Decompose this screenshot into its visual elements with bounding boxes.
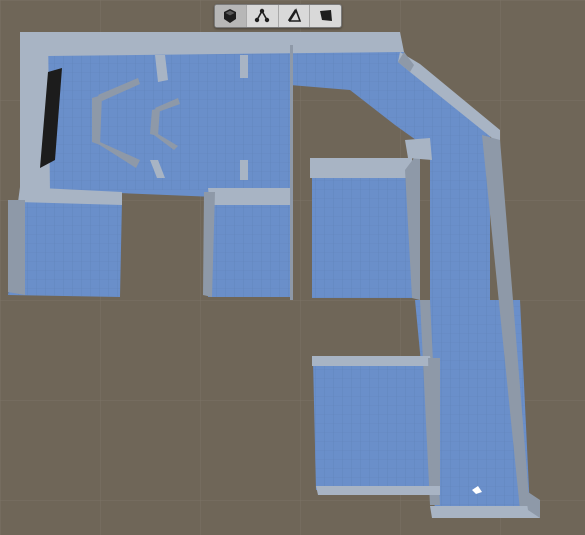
vertex-icon	[254, 8, 270, 23]
vertex-mode-button[interactable]	[247, 5, 279, 27]
edge-mode-button[interactable]	[279, 5, 311, 27]
mesh-mode-toolbar	[214, 4, 342, 28]
edge-icon	[287, 8, 302, 22]
cube-icon	[224, 9, 237, 23]
face-mode-button[interactable]	[310, 5, 341, 27]
face-icon	[319, 10, 332, 21]
scene-viewport[interactable]	[0, 0, 585, 535]
object-mode-button[interactable]	[215, 5, 247, 27]
